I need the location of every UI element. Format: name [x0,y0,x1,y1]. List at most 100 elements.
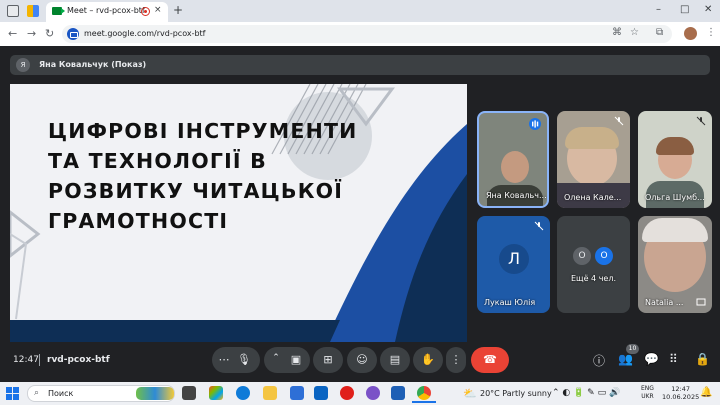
more-participants-label: Ещё 4 чел. [571,274,616,283]
participant-avatar: Л [499,244,529,274]
muted-mic-icon [696,116,706,126]
site-info-icon[interactable] [67,28,79,40]
meeting-code: rvd-pcox-btf [47,355,110,365]
muted-mic-icon [614,116,624,126]
search-placeholder[interactable]: Поиск [48,389,73,398]
tray-icons[interactable]: ⌃ ◐ 🔋 ✎ ▭ 🔊 [552,388,620,398]
slide-title: ЦИФРОВІ ІНСТРУМЕНТИ ТА ТЕХНОЛОГІЇ В РОЗВ… [48,116,408,236]
meeting-info-icon[interactable]: ⓘ [593,352,605,369]
shared-presentation-slide: ЦИФРОВІ ІНСТРУМЕНТИ ТА ТЕХНОЛОГІЇ В РОЗВ… [10,84,467,342]
browser-tab-strip: Meet – rvd-pcox-btf × + – □ ✕ [0,0,720,22]
raise-hand-icon: ✋ [421,353,435,366]
forward-arrow-icon[interactable]: → [27,27,36,40]
people-icon[interactable]: 👥 [618,352,633,366]
browser-menu-icon[interactable]: ⋮ [706,27,716,38]
slide-title-line: РОЗВИТКУ ЧИТАЦЬКОЇ [48,179,344,203]
tray-date: 10.06.2025 [662,393,700,401]
search-icon: ⌕ [34,388,40,398]
profile-avatar[interactable] [684,27,697,40]
participant-avatar: О [573,247,591,265]
speaking-indicator-icon [529,118,541,130]
hang-up-icon: ☎ [483,353,497,366]
new-tab-button[interactable]: + [173,3,183,17]
people-count-badge: 10 [626,344,639,354]
file-explorer-icon[interactable] [263,386,277,400]
activities-icon[interactable]: ⠿ [669,352,678,366]
recording-icon [141,7,150,16]
presenter-bar: Я Яна Ковальчук (Показ) [10,55,710,75]
raise-hand-button[interactable]: ✋ [413,347,443,373]
browser-toolbar: ← → ↻ meet.google.com/rvd-pcox-btf ⌘ ☆ ⧉… [0,22,720,46]
address-bar[interactable]: meet.google.com/rvd-pcox-btf [62,25,672,43]
slide-title-line: ГРАМОТНОСТІ [48,209,229,233]
weather-icon: ⛅ [463,387,477,400]
active-app-indicator [412,401,436,403]
presenter-label: Яна Ковальчук (Показ) [39,60,147,69]
word-icon[interactable] [391,386,405,400]
chat-icon[interactable]: 💬 [644,352,659,366]
close-window-button[interactable]: ✕ [704,4,712,15]
translate-icon[interactable]: ⌘ [612,27,622,38]
workspace-icon[interactable] [27,5,39,17]
tray-time: 12:47 [671,385,690,393]
muted-mic-icon [534,221,544,231]
edge-icon[interactable] [236,386,250,400]
present-screen-icon: ⊞ [323,353,333,366]
meet-control-bar: 12:47 rvd-pcox-btf ⋯ 🎙 ⌃ ▣ ⊞ ☺ ▤ ✋ ⋮ ☎ ⓘ [0,342,720,382]
slide-title-line: ЦИФРОВІ ІНСТРУМЕНТИ [48,119,358,143]
participant-tile[interactable]: Яна Ковальч... [477,111,549,208]
notifications-icon[interactable]: 🔔 [700,387,712,398]
weather-text[interactable]: 20°C Partly sunny [480,389,552,398]
windows-start-icon[interactable] [6,387,19,400]
present-screen-button[interactable]: ⊞ [313,347,343,373]
divider [39,354,40,366]
tab-title: Meet – rvd-pcox-btf [67,6,145,15]
chrome-icon[interactable] [417,386,431,400]
participant-name: Natalia ... [645,298,684,307]
language-indicator[interactable]: ENG UKR [641,385,654,401]
camera-button[interactable]: ⌃ ▣ [264,347,310,373]
more-vertical-icon: ⋮ [450,353,462,366]
participant-name: Ольга Шумб... [645,193,705,202]
slide-title-line: ТА ТЕХНОЛОГІЇ В [48,149,267,173]
back-arrow-icon[interactable]: ← [8,27,17,40]
captions-icon: ▤ [389,353,401,366]
participant-name: Олена Кале... [564,193,622,202]
more-participants-tile[interactable]: О О Ещё 4 чел. [557,216,630,313]
opera-icon[interactable] [340,386,354,400]
captions-button[interactable]: ▤ [380,347,410,373]
meet-window: Я Яна Ковальчук (Показ) ЦИФРОВІ ІНСТРУМЕ… [0,46,720,382]
reactions-button[interactable]: ☺ [347,347,377,373]
store-icon[interactable] [290,386,304,400]
windows-taskbar: ⌕ Поиск ⛅ 20°C Partly sunny ⌃ ◐ 🔋 ✎ ▭ 🔊 … [0,382,720,405]
presenter-avatar: Я [16,58,30,72]
outlook-icon[interactable] [314,386,328,400]
participant-tile[interactable]: Л Лукаш Юлія [477,216,550,313]
bookmark-star-icon[interactable]: ☆ [630,27,639,38]
participant-tile[interactable]: Олена Кале... [557,111,630,208]
participant-avatar: О [595,247,613,265]
viber-icon[interactable] [366,386,380,400]
reload-icon[interactable]: ↻ [45,27,54,40]
more-options-button[interactable]: ⋮ [446,347,466,373]
meet-favicon-icon [52,7,65,15]
tray-clock[interactable]: 12:47 10.06.2025 [662,385,700,401]
maximize-button[interactable]: □ [680,4,689,15]
active-tab[interactable]: Meet – rvd-pcox-btf × [46,2,168,22]
leave-call-button[interactable]: ☎ [471,347,509,373]
participant-tile[interactable]: Natalia ... [638,216,712,313]
minimize-button[interactable]: – [656,4,661,15]
copilot-icon[interactable] [209,386,223,400]
taskbar-search[interactable]: ⌕ Поиск [27,385,175,402]
participant-tile[interactable]: Ольга Шумб... [638,111,712,208]
host-controls-icon[interactable]: 🔒 [695,352,710,366]
tab-close-icon[interactable]: × [154,5,162,15]
participant-name: Лукаш Юлія [484,298,536,307]
task-view-icon[interactable] [182,386,196,400]
screen-share-icon [696,298,706,306]
extensions-icon[interactable]: ⧉ [656,27,663,38]
tab-actions-icon[interactable] [7,5,19,17]
search-highlight-image [136,387,174,400]
meeting-clock: 12:47 [13,355,39,365]
url-text[interactable]: meet.google.com/rvd-pcox-btf [84,29,206,38]
